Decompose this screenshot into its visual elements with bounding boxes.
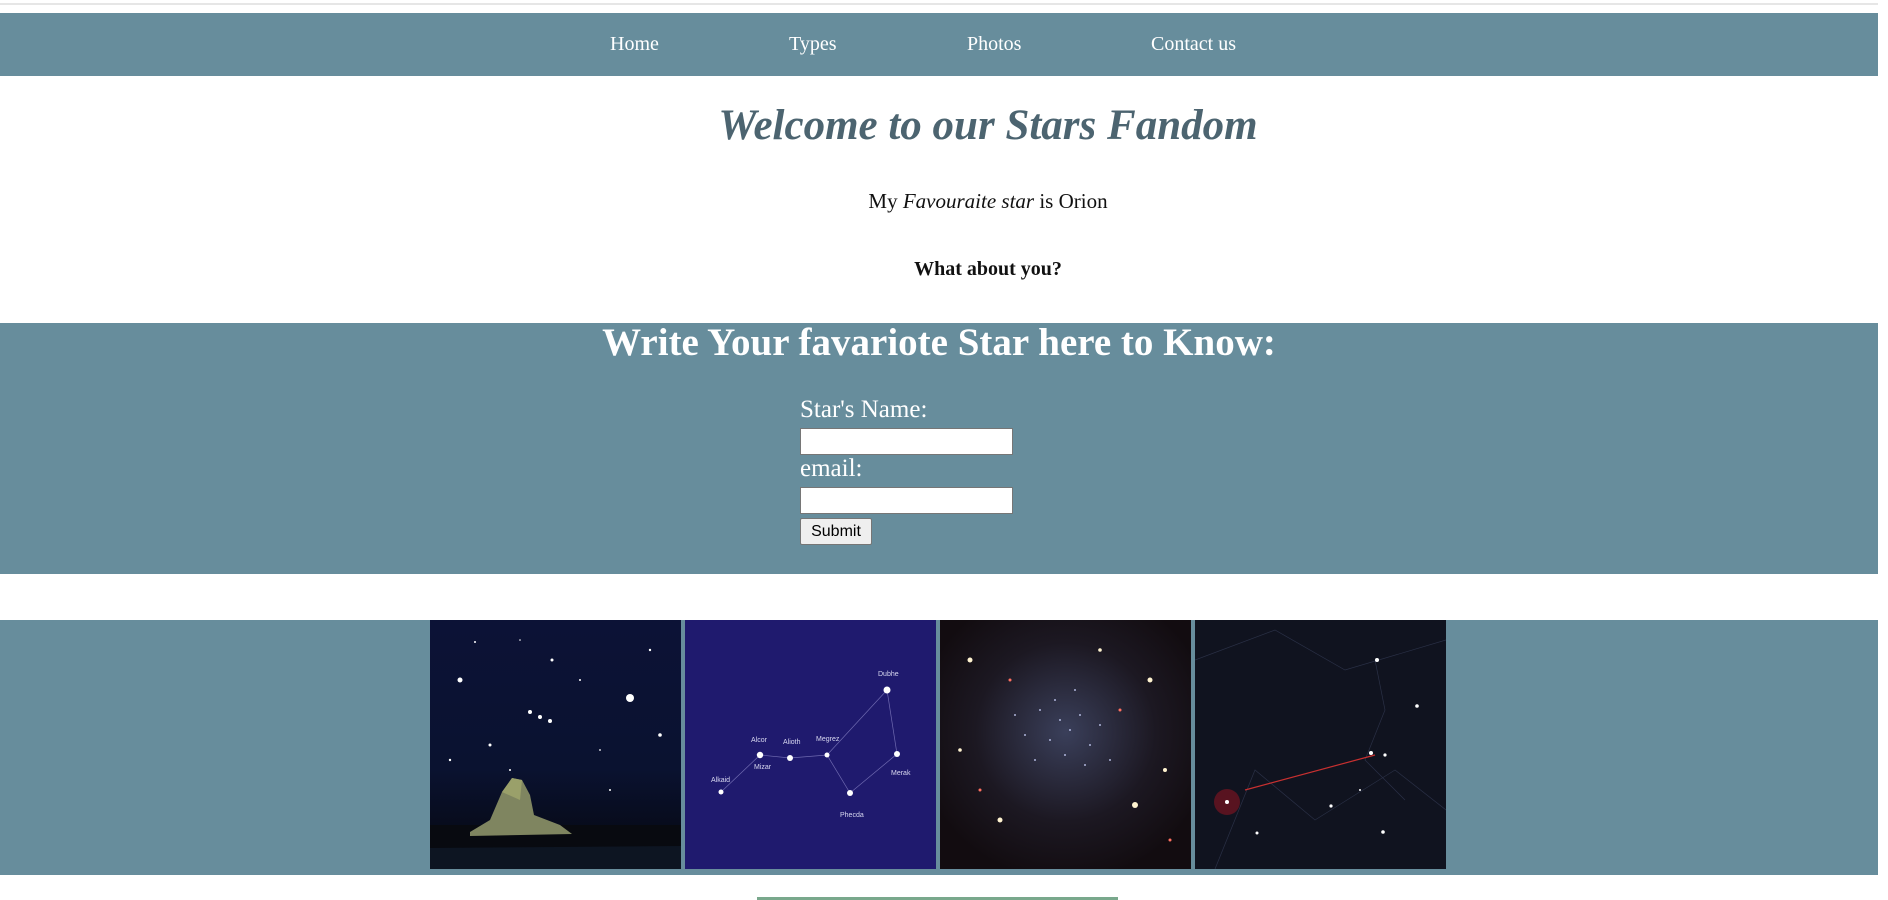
star-label-alkaid: Alkaid — [711, 777, 730, 784]
page-title: Welcome to our Stars Fandom — [718, 102, 1258, 149]
star-label-megrez: Megrez — [816, 736, 840, 743]
form-heading: Write Your favariote Star here to Know: — [602, 321, 1276, 364]
fav-prefix: My — [868, 189, 898, 213]
nav-link-photos[interactable]: Photos — [967, 13, 1021, 76]
nav-link-contact-us[interactable]: Contact us — [1151, 13, 1236, 76]
top-divider — [0, 3, 1878, 5]
star-label-mizar: Mizar — [754, 764, 772, 771]
fav-emphasis: Favouraite star — [902, 189, 1035, 213]
star-label-merak: Merak — [891, 770, 911, 777]
star-name-label: Star's Name: — [800, 396, 928, 423]
star-label-dubhe: Dubhe — [878, 671, 899, 678]
submit-button[interactable]: Submit — [800, 518, 872, 545]
email-label: email: — [800, 455, 863, 482]
photo-gallery — [0, 620, 1878, 875]
star-label-alioth: Alioth — [783, 739, 801, 746]
star-cluster-photo — [940, 620, 1191, 869]
favourite-star-line: My Favouraite star is Orion — [0, 188, 1888, 214]
nav-link-types[interactable]: Types — [789, 13, 836, 76]
big-dipper-chart-photo: Dubhe Alcor Alioth Megrez Mizar Merak Al… — [685, 620, 936, 869]
top-navbar: Home Types Photos Contact us — [0, 13, 1878, 76]
nav-link-home[interactable]: Home — [610, 13, 659, 76]
fav-suffix: is Orion — [1039, 189, 1108, 213]
star-label-alcor: Alcor — [751, 737, 768, 744]
star-name-input[interactable] — [800, 428, 1013, 455]
question-text: What about you? — [914, 258, 1062, 280]
email-input[interactable] — [800, 487, 1013, 514]
constellation-map-photo — [1195, 620, 1446, 869]
night-sky-rock-photo — [430, 620, 681, 869]
star-label-phecda: Phecda — [840, 812, 864, 819]
